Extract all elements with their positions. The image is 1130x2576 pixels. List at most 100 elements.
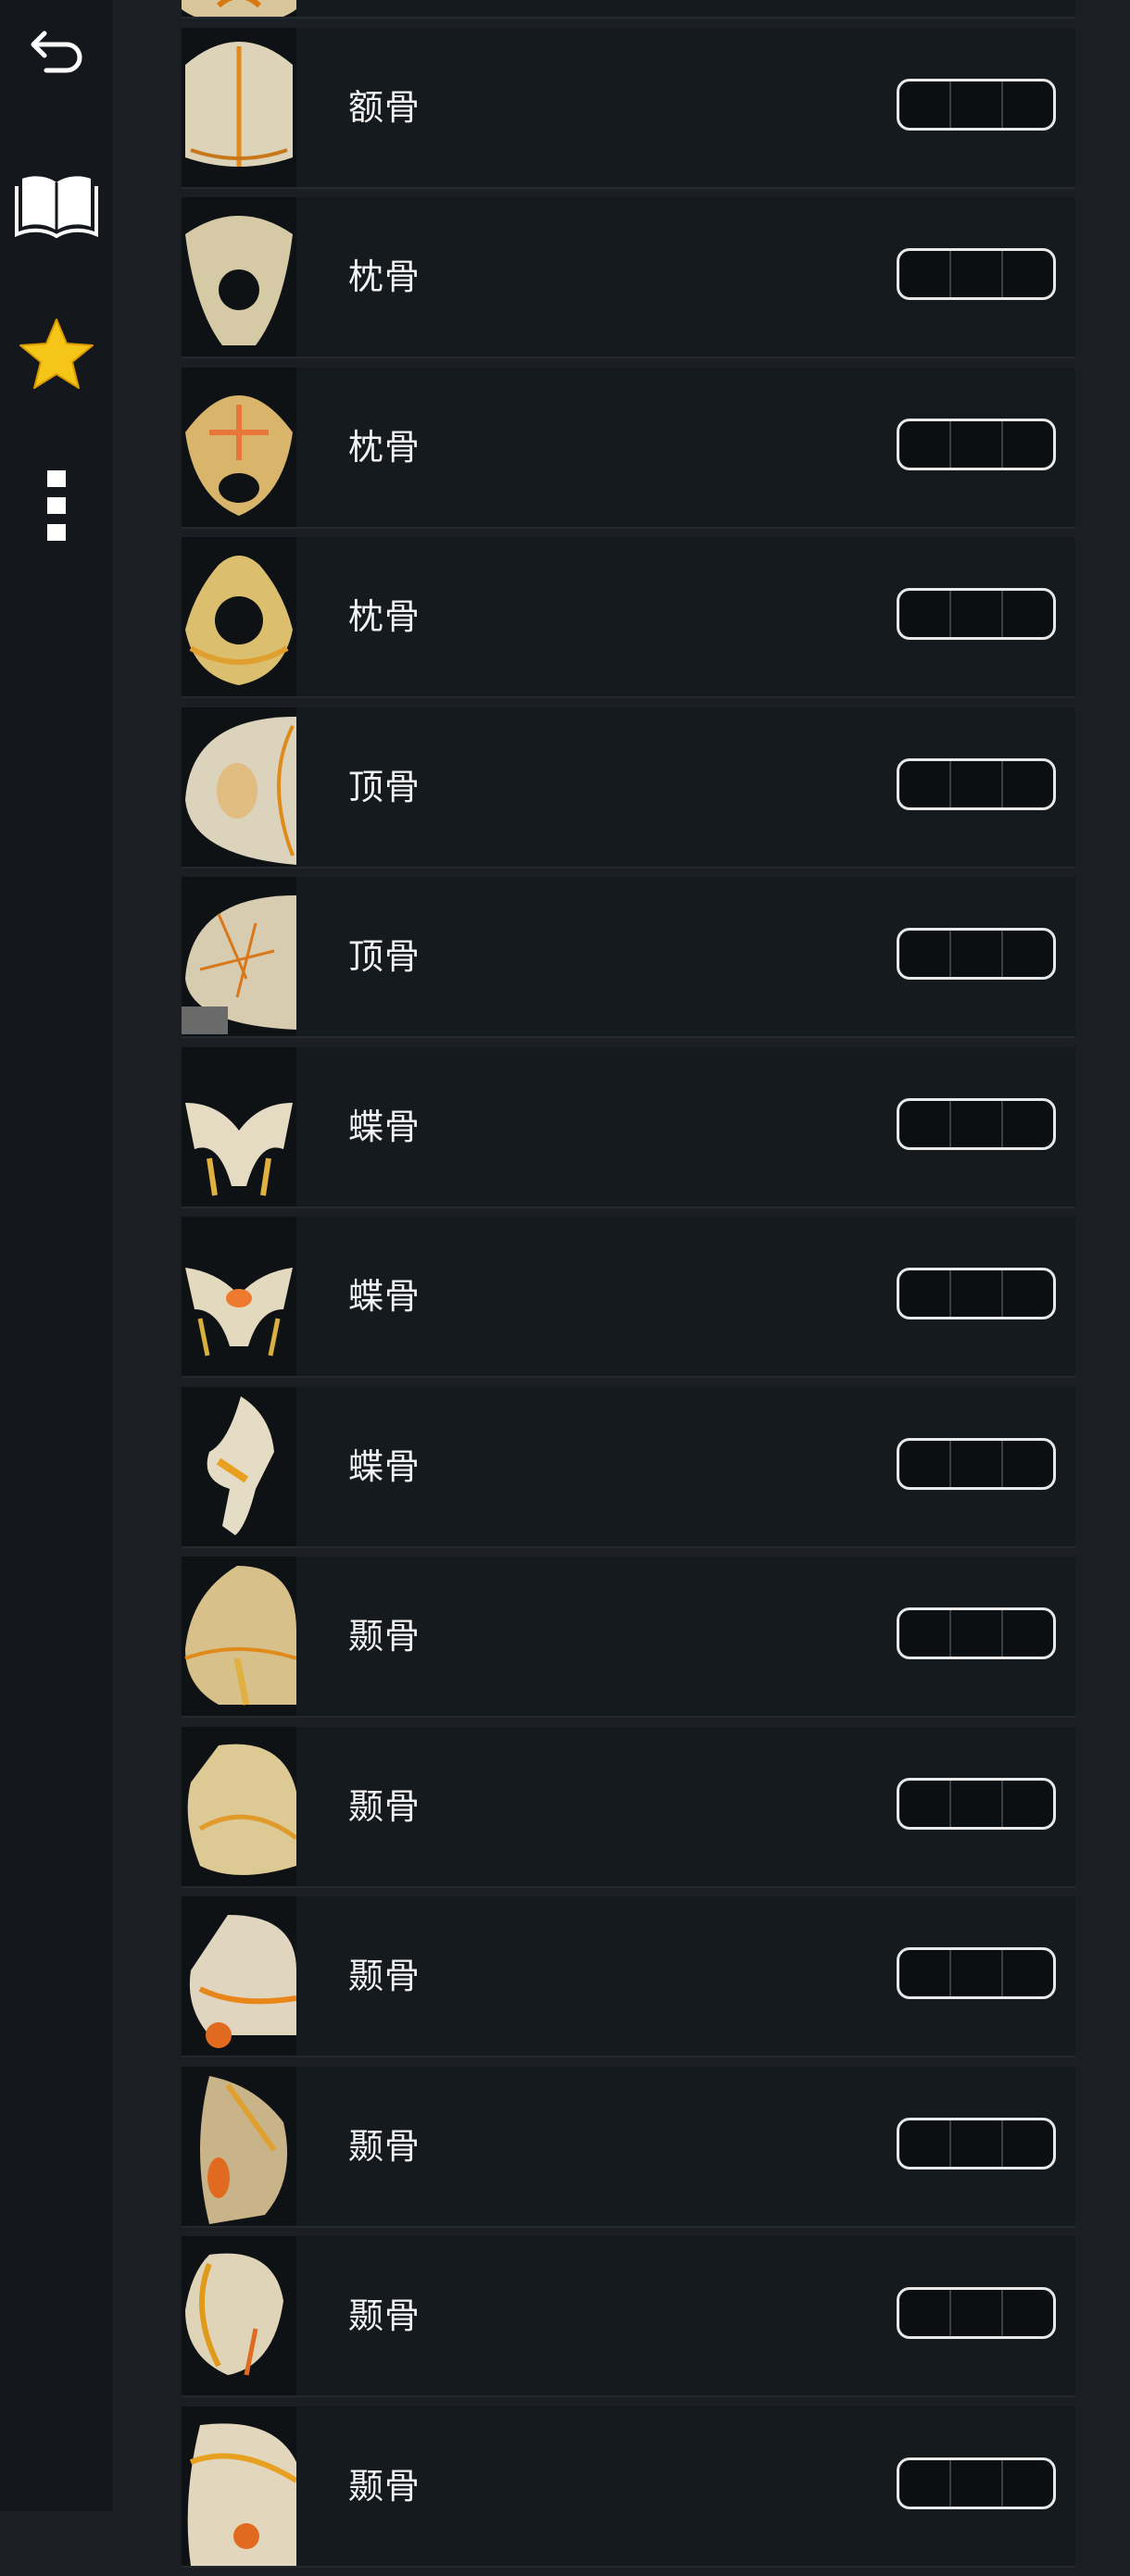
segment[interactable] [951,1270,1003,1317]
list-item[interactable]: 额骨 [182,27,1075,189]
segment[interactable] [899,1270,951,1317]
list-item-label: 蝶骨 [348,1106,421,1147]
bone-thumbnail [182,707,296,867]
bone-thumbnail [182,1386,296,1546]
bone-thumbnail [182,367,296,527]
segment[interactable] [951,1440,1003,1487]
segment[interactable] [1003,1441,1053,1487]
segment[interactable] [951,81,1003,128]
segment[interactable] [951,2459,1003,2507]
list-item[interactable]: 蝶骨 [182,1046,1075,1208]
list-item[interactable]: 蝶骨 [182,1386,1075,1548]
list-item-label: 额骨 [348,86,421,128]
bone-thumbnail [182,27,296,187]
segmented-control [897,2457,1056,2509]
segment[interactable] [899,931,951,977]
list-item[interactable]: 颞骨 [182,2236,1075,2397]
segment[interactable] [899,1440,951,1487]
segment[interactable] [1003,591,1053,637]
segment[interactable] [951,2120,1003,2167]
segment[interactable] [899,2459,951,2507]
book-button[interactable] [10,159,103,252]
list-item-label: 顶骨 [348,766,421,807]
segment[interactable] [1003,1101,1053,1147]
segmented-control [897,1097,1056,1150]
list-item-label: 颞骨 [348,2125,421,2167]
segment[interactable] [899,2290,951,2336]
segment[interactable] [1003,1270,1053,1317]
segment[interactable] [951,760,1003,807]
list-item-label: 枕骨 [348,596,421,637]
segment[interactable] [1003,1950,1053,1996]
list-item-label: 蝶骨 [348,1276,421,1317]
segment[interactable] [899,591,951,637]
segmented-control [897,78,1056,131]
segment[interactable] [1003,1610,1053,1657]
list-item[interactable]: 颞骨 [182,1726,1075,1888]
list-item-label: 顶骨 [348,936,421,977]
segment[interactable] [899,760,951,807]
list-item[interactable] [182,0,1075,19]
segmented-control [897,1607,1056,1659]
segment[interactable] [1003,1781,1053,1827]
bone-thumbnail [182,0,296,17]
segment[interactable] [899,2120,951,2167]
segment[interactable] [899,420,951,468]
segmented-control [897,1268,1056,1319]
bone-thumbnail [182,1726,296,1886]
segment[interactable] [951,251,1003,297]
segment[interactable] [951,2290,1003,2336]
segmented-control [897,2287,1056,2339]
segment[interactable] [1003,931,1053,977]
list-item-label: 枕骨 [348,426,421,468]
segment[interactable] [1003,421,1053,468]
open-book-icon [15,169,98,242]
segment[interactable] [951,591,1003,637]
segment[interactable] [951,1780,1003,1827]
segment[interactable] [899,1610,951,1657]
list-item[interactable]: 枕骨 [182,537,1075,698]
segment[interactable] [951,931,1003,977]
bone-thumbnail [182,2066,296,2226]
segmented-control [897,248,1056,300]
segmented-control [897,588,1056,640]
list-item[interactable]: 颞骨 [182,2406,1075,2568]
list-item[interactable]: 顶骨 [182,707,1075,869]
segmented-control [897,418,1056,470]
bone-thumbnail [182,877,296,1036]
segment[interactable] [899,81,951,128]
bone-thumbnail [182,1557,296,1716]
segment[interactable] [899,1780,951,1827]
segmented-control [897,1437,1056,1490]
segment[interactable] [951,420,1003,468]
segmented-control [897,1947,1056,1999]
list-item-label: 颞骨 [348,2295,421,2336]
segment[interactable] [1003,761,1053,807]
segment[interactable] [899,1950,951,1996]
segment[interactable] [1003,2460,1053,2507]
list-item-label: 颞骨 [348,1616,421,1657]
segment[interactable] [1003,251,1053,297]
segment[interactable] [899,1100,951,1147]
more-button[interactable] [10,461,103,554]
list-item[interactable]: 顶骨 [182,877,1075,1038]
segment[interactable] [1003,81,1053,128]
list-item[interactable]: 颞骨 [182,2066,1075,2228]
back-button[interactable] [10,6,103,98]
list-item[interactable]: 颞骨 [182,1557,1075,1718]
segment[interactable] [1003,2290,1053,2336]
list-item[interactable]: 蝶骨 [182,1217,1075,1378]
segment[interactable] [951,1610,1003,1657]
segment[interactable] [1003,2120,1053,2167]
segment[interactable] [951,1100,1003,1147]
favorite-button[interactable] [10,309,103,402]
back-arrow-icon [24,22,89,81]
list-item-label: 枕骨 [348,256,421,297]
list-item[interactable]: 枕骨 [182,197,1075,358]
list-item[interactable]: 颞骨 [182,1896,1075,2057]
list-item[interactable]: 枕骨 [182,367,1075,529]
segmented-control [897,2117,1056,2170]
bone-thumbnail [182,537,296,696]
segment[interactable] [899,251,951,297]
segment[interactable] [951,1950,1003,1996]
